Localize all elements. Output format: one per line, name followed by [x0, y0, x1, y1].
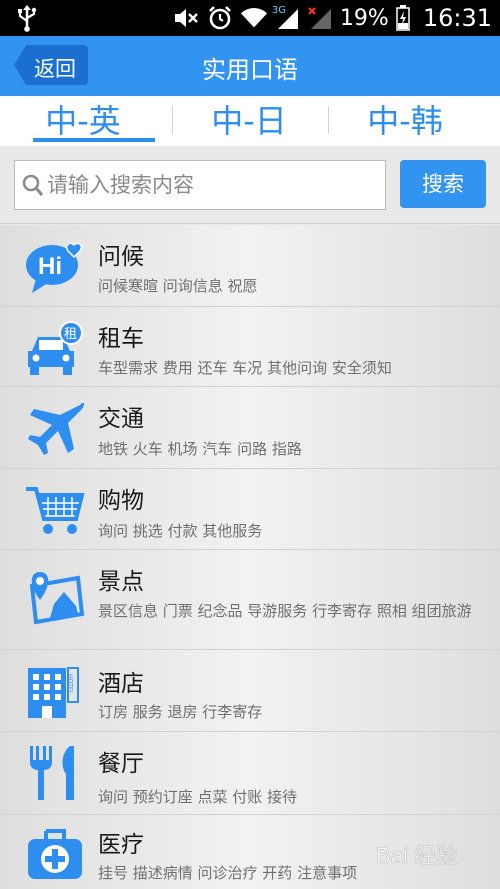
mute-icon — [172, 5, 200, 31]
search-icon — [22, 174, 44, 196]
search-input[interactable] — [47, 161, 377, 209]
battery-icon — [395, 5, 411, 31]
list-item-car-rental[interactable]: 租 租车 车型需求 费用 还车 车况 其他问询 安全须知 — [0, 307, 500, 387]
category-list: Hi 问候 问候寒暄 问询信息 祝愿 租 租车 车型需求 费用 还车 车况 其他… — [0, 225, 500, 889]
item-title: 餐厅 — [98, 751, 144, 777]
item-title: 交通 — [98, 406, 144, 432]
item-subtitle: 询问 预约订座 点菜 付账 接待 — [98, 788, 298, 806]
list-item-shopping[interactable]: 购物 询问 挑选 付款 其他服务 — [0, 469, 500, 550]
tab-zh-en[interactable]: 中-英 — [0, 96, 166, 146]
status-bar: 3G 19% 16:31 — [0, 0, 500, 36]
car-rental-icon: 租 — [28, 321, 83, 375]
item-subtitle: 询问 挑选 付款 其他服务 — [98, 522, 263, 540]
item-subtitle: 地铁 火车 机场 汽车 问路 指路 — [98, 440, 302, 458]
item-title: 医疗 — [98, 832, 144, 858]
signal-3g-icon: 3G — [271, 5, 300, 31]
item-subtitle: 订房 服务 退房 行李寄存 — [98, 703, 263, 721]
list-item-scenic-spots[interactable]: 景点 景区信息 门票 纪念品 导游服务 行李寄存 照相 组团旅游 — [0, 550, 500, 650]
search-button[interactable]: 搜索 — [400, 160, 486, 208]
hotel-icon: HOTEL — [28, 667, 79, 718]
item-subtitle: 问候寒暄 问询信息 祝愿 — [98, 277, 258, 295]
list-item-restaurant[interactable]: 餐厅 询问 预约订座 点菜 付账 接待 — [0, 732, 500, 815]
battery-percent: 19% — [339, 5, 389, 31]
item-title: 酒店 — [98, 671, 144, 697]
network-type: 3G — [271, 5, 287, 16]
item-title: 景点 — [98, 569, 144, 595]
tab-zh-ko[interactable]: 中-韩 — [322, 96, 488, 146]
search-bar: 搜索 — [0, 146, 500, 224]
watermark-logo: Bai 经验 — [376, 843, 458, 869]
tab-zh-ja[interactable]: 中-日 — [166, 96, 332, 146]
search-field — [14, 160, 386, 210]
item-title: 购物 — [98, 488, 144, 514]
usb-icon — [18, 5, 37, 32]
alarm-icon — [206, 5, 234, 31]
medical-kit-icon — [28, 829, 82, 879]
fork-knife-icon — [30, 746, 74, 800]
item-title: 租车 — [98, 326, 144, 352]
airplane-icon — [28, 402, 85, 455]
list-item-greeting[interactable]: Hi 问候 问候寒暄 问询信息 祝愿 — [0, 225, 500, 307]
hotel-sign: HOTEL — [67, 674, 74, 695]
list-item-hotel[interactable]: HOTEL 酒店 订房 服务 退房 行李寄存 — [0, 650, 500, 732]
item-subtitle: 车型需求 费用 还车 车况 其他问询 安全须知 — [98, 359, 392, 377]
item-title: 问候 — [98, 244, 144, 270]
title-bar: 返回 实用口语 — [0, 36, 500, 96]
signal-icon — [306, 5, 334, 31]
language-tabs: 中-英 中-日 中-韩 — [0, 96, 500, 146]
hi-bubble-icon: Hi — [26, 242, 83, 293]
list-item-transport[interactable]: 交通 地铁 火车 机场 汽车 问路 指路 — [0, 387, 500, 469]
map-photo-icon — [29, 572, 85, 625]
clock: 16:31 — [422, 4, 492, 32]
page-title: 实用口语 — [202, 56, 298, 84]
watermark-text: Bai 经验 — [376, 843, 458, 868]
wifi-icon — [240, 5, 268, 31]
item-subtitle: 景区信息 门票 纪念品 导游服务 行李寄存 照相 组团旅游 — [98, 602, 472, 620]
shopping-cart-icon — [26, 487, 85, 534]
svg-text:Hi: Hi — [38, 253, 62, 280]
rental-badge-label: 租 — [64, 327, 77, 342]
